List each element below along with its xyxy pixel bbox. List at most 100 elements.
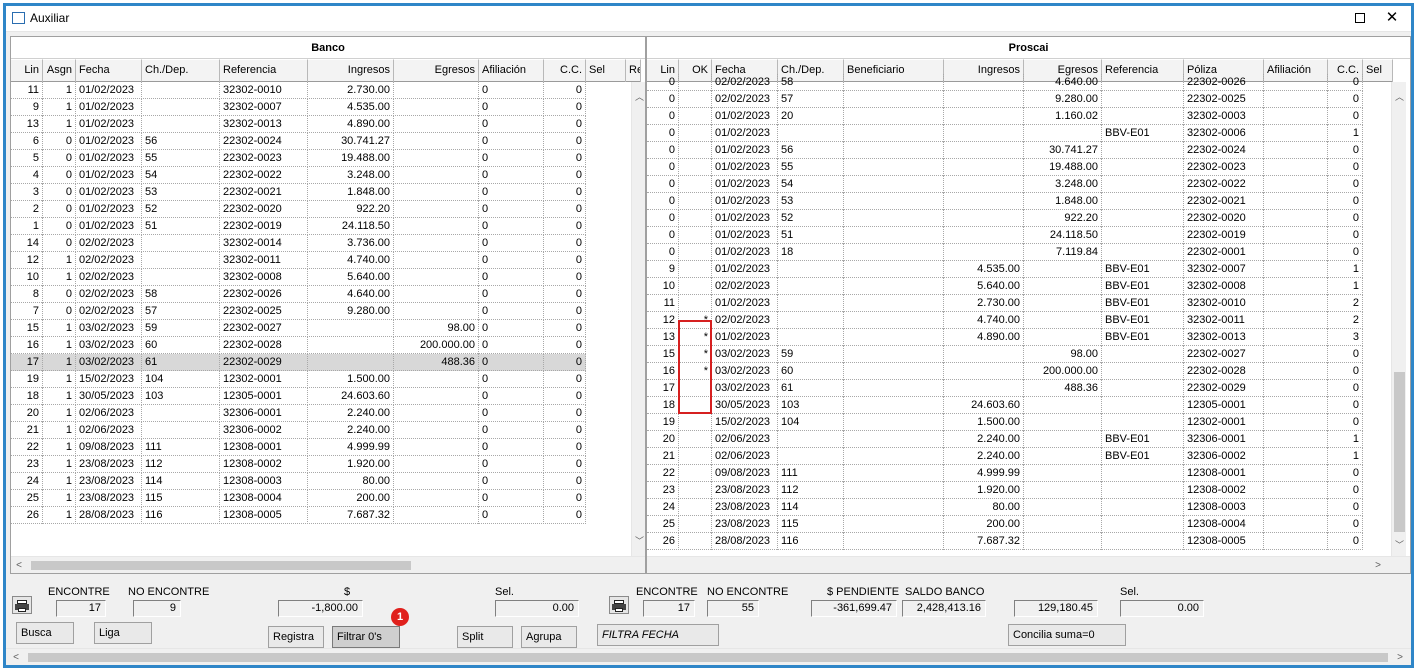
maximize-button[interactable] (1349, 8, 1371, 28)
table-row[interactable]: 22 09/08/2023 111 4.999.99 12308-0001 0 (647, 465, 1363, 482)
table-row[interactable]: 19 15/02/2023 104 1.500.00 12302-0001 0 (647, 414, 1363, 431)
column-header[interactable]: Sel (1363, 59, 1393, 82)
table-row[interactable]: 19 1 15/02/2023 104 12302-0001 1.500.00 0 0 (11, 371, 586, 388)
table-row[interactable]: 10 02/02/2023 5.640.00 BBV-E01 32302-0008 1 (647, 278, 1363, 295)
table-row[interactable]: 13 * 01/02/2023 4.890.00 BBV-E01 32302-0013 3 (647, 329, 1363, 346)
table-row[interactable]: 18 30/05/2023 103 24.603.60 12305-0001 0 (647, 397, 1363, 414)
banco-horizontal-scrollbar[interactable]: < (11, 556, 645, 573)
banco-table-body[interactable]: 11 1 01/02/2023 32302-0010 2.730.00 0 0 9 1 01/02… (11, 82, 586, 524)
banco-scroll-thumb[interactable] (31, 561, 411, 570)
table-row[interactable]: 12 * 02/02/2023 4.740.00 BBV-E01 32302-0011 2 (647, 312, 1363, 329)
column-header[interactable]: Ch./Dep. (142, 59, 220, 82)
table-row[interactable]: 6 0 01/02/2023 56 22302-0024 30.741.27 0 0 (11, 133, 586, 150)
column-header[interactable]: Afiliación (479, 59, 544, 82)
busca-button[interactable]: Busca (16, 622, 74, 644)
table-row[interactable]: 7 0 02/02/2023 57 22302-0025 9.280.00 0 0 (11, 303, 586, 320)
table-cell: 0 (544, 235, 586, 252)
table-row[interactable]: 11 1 01/02/2023 32302-0010 2.730.00 0 0 (11, 82, 586, 99)
column-header[interactable]: Ingresos (308, 59, 394, 82)
table-row[interactable]: 0 01/02/2023 20 1.160.02 32302-0003 0 (647, 108, 1363, 125)
close-button[interactable]: ✕ (1381, 8, 1403, 28)
table-row[interactable]: 9 1 01/02/2023 32302-0007 4.535.00 0 0 (11, 99, 586, 116)
table-row[interactable]: 16 1 03/02/2023 60 22302-0028 200.000.00 0 0 (11, 337, 586, 354)
proscai-horizontal-scrollbar[interactable]: > (647, 556, 1410, 573)
table-row[interactable]: 0 01/02/2023 55 19.488.00 22302-0023 0 (647, 159, 1363, 176)
scroll-left-icon[interactable]: < (11, 557, 27, 573)
proscai-table-body[interactable]: 0 02/02/2023 58 4.640.00 22302-0026 0 0 02/02/2… (647, 74, 1363, 550)
window-scroll-thumb[interactable] (28, 653, 1388, 662)
proscai-vertical-scrollbar[interactable]: ︿ ﹀ (1391, 82, 1406, 556)
column-header[interactable]: Referencia (220, 59, 308, 82)
scroll-up-icon[interactable]: ︿ (632, 90, 645, 105)
column-header[interactable]: Re (626, 59, 641, 82)
printer-icon[interactable] (12, 596, 32, 614)
table-row[interactable]: 22 1 09/08/2023 111 12308-0001 4.999.99 0 0 (11, 439, 586, 456)
scroll-down-icon[interactable]: ﹀ (1392, 538, 1407, 553)
table-row[interactable]: 24 1 23/08/2023 114 12308-0003 80.00 0 0 (11, 473, 586, 490)
scroll-down-icon[interactable]: ﹀ (632, 534, 645, 549)
table-row[interactable]: 21 02/06/2023 2.240.00 BBV-E01 32306-0002 1 (647, 448, 1363, 465)
filtrar-ceros-button[interactable]: Filtrar 0's (332, 626, 400, 648)
table-row[interactable]: 14 0 02/02/2023 32302-0014 3.736.00 0 0 (11, 235, 586, 252)
table-row[interactable]: 5 0 01/02/2023 55 22302-0023 19.488.00 0 0 (11, 150, 586, 167)
table-row[interactable]: 17 03/02/2023 61 488.36 22302-0029 0 (647, 380, 1363, 397)
scroll-right-icon[interactable]: > (1370, 557, 1386, 573)
table-row[interactable]: 9 01/02/2023 4.535.00 BBV-E01 32302-0007 1 (647, 261, 1363, 278)
table-row[interactable]: 0 01/02/2023 53 1.848.00 22302-0021 0 (647, 193, 1363, 210)
printer-icon-right[interactable] (609, 596, 629, 614)
table-row[interactable]: 3 0 01/02/2023 53 22302-0021 1.848.00 0 0 (11, 184, 586, 201)
table-row[interactable]: 11 01/02/2023 2.730.00 BBV-E01 32302-0010 2 (647, 295, 1363, 312)
column-header[interactable]: C.C. (544, 59, 586, 82)
table-row[interactable]: 24 23/08/2023 114 80.00 12308-0003 0 (647, 499, 1363, 516)
scroll-up-icon[interactable]: ︿ (1392, 90, 1407, 105)
window-horizontal-scrollbar[interactable]: < > (6, 648, 1411, 665)
scroll-right-icon[interactable]: > (1392, 649, 1408, 665)
table-row[interactable]: 15 1 03/02/2023 59 22302-0027 98.00 0 0 (11, 320, 586, 337)
column-header[interactable]: Sel (586, 59, 626, 82)
table-row[interactable]: 23 23/08/2023 112 1.920.00 12308-0002 0 (647, 482, 1363, 499)
table-row[interactable]: 18 1 30/05/2023 103 12305-0001 24.603.60 0 0 (11, 388, 586, 405)
proscai-scroll-thumb[interactable] (1394, 372, 1405, 532)
liga-button[interactable]: Liga (94, 622, 152, 644)
table-row[interactable]: 20 1 02/06/2023 32306-0001 2.240.00 0 0 (11, 405, 586, 422)
banco-vertical-scrollbar[interactable]: ︿ ﹀ (631, 82, 645, 556)
table-row[interactable]: 0 01/02/2023 51 24.118.50 22302-0019 0 (647, 227, 1363, 244)
table-row[interactable]: 1 0 01/02/2023 51 22302-0019 24.118.50 0 0 (11, 218, 586, 235)
column-header[interactable]: Lin (11, 59, 43, 82)
table-row[interactable]: 17 1 03/02/2023 61 22302-0029 488.36 0 0 (11, 354, 586, 371)
agrupa-button[interactable]: Agrupa (521, 626, 577, 648)
table-row[interactable]: 4 0 01/02/2023 54 22302-0022 3.248.00 0 0 (11, 167, 586, 184)
table-row[interactable]: 21 1 02/06/2023 32306-0002 2.240.00 0 0 (11, 422, 586, 439)
table-row[interactable]: 26 1 28/08/2023 116 12308-0005 7.687.32 0 0 (11, 507, 586, 524)
scroll-left-icon[interactable]: < (8, 649, 24, 665)
table-cell: 23/08/2023 (712, 499, 778, 516)
table-row[interactable]: 26 28/08/2023 116 7.687.32 12308-0005 0 (647, 533, 1363, 550)
table-row[interactable]: 25 23/08/2023 115 200.00 12308-0004 0 (647, 516, 1363, 533)
filtra-fecha-button[interactable]: FILTRA FECHA (597, 624, 719, 646)
table-row[interactable]: 0 02/02/2023 58 4.640.00 22302-0026 0 (647, 74, 1363, 91)
table-row[interactable]: 23 1 23/08/2023 112 12308-0002 1.920.00 0 0 (11, 456, 586, 473)
table-row[interactable]: 15 * 03/02/2023 59 98.00 22302-0027 0 (647, 346, 1363, 363)
table-row[interactable]: 0 02/02/2023 57 9.280.00 22302-0025 0 (647, 91, 1363, 108)
table-row[interactable]: 25 1 23/08/2023 115 12308-0004 200.00 0 0 (11, 490, 586, 507)
table-row[interactable]: 16 * 03/02/2023 60 200.000.00 22302-0028 0 (647, 363, 1363, 380)
concilia-suma-button[interactable]: Concilia suma=0 (1008, 624, 1126, 646)
table-row[interactable]: 2 0 01/02/2023 52 22302-0020 922.20 0 0 (11, 201, 586, 218)
column-header[interactable]: Fecha (76, 59, 142, 82)
split-button[interactable]: Split (457, 626, 513, 648)
table-row[interactable]: 0 01/02/2023 54 3.248.00 22302-0022 0 (647, 176, 1363, 193)
table-row[interactable]: 13 1 01/02/2023 32302-0013 4.890.00 0 0 (11, 116, 586, 133)
table-row[interactable]: 12 1 02/02/2023 32302-0011 4.740.00 0 0 (11, 252, 586, 269)
table-row[interactable]: 0 01/02/2023 52 922.20 22302-0020 0 (647, 210, 1363, 227)
column-header[interactable]: Egresos (394, 59, 479, 82)
registra-button[interactable]: Registra (268, 626, 324, 648)
table-row[interactable]: 20 02/06/2023 2.240.00 BBV-E01 32306-0001 1 (647, 431, 1363, 448)
table-row[interactable]: 8 0 02/02/2023 58 22302-0026 4.640.00 0 0 (11, 286, 586, 303)
table-cell: 12302-0001 (220, 371, 308, 388)
table-row[interactable]: 0 01/02/2023 BBV-E01 32302-0006 1 (647, 125, 1363, 142)
table-cell: 01/02/2023 (76, 167, 142, 184)
table-row[interactable]: 0 01/02/2023 18 7.119.84 22302-0001 0 (647, 244, 1363, 261)
table-row[interactable]: 10 1 02/02/2023 32302-0008 5.640.00 0 0 (11, 269, 586, 286)
table-row[interactable]: 0 01/02/2023 56 30.741.27 22302-0024 0 (647, 142, 1363, 159)
column-header[interactable]: Asgn (43, 59, 76, 82)
